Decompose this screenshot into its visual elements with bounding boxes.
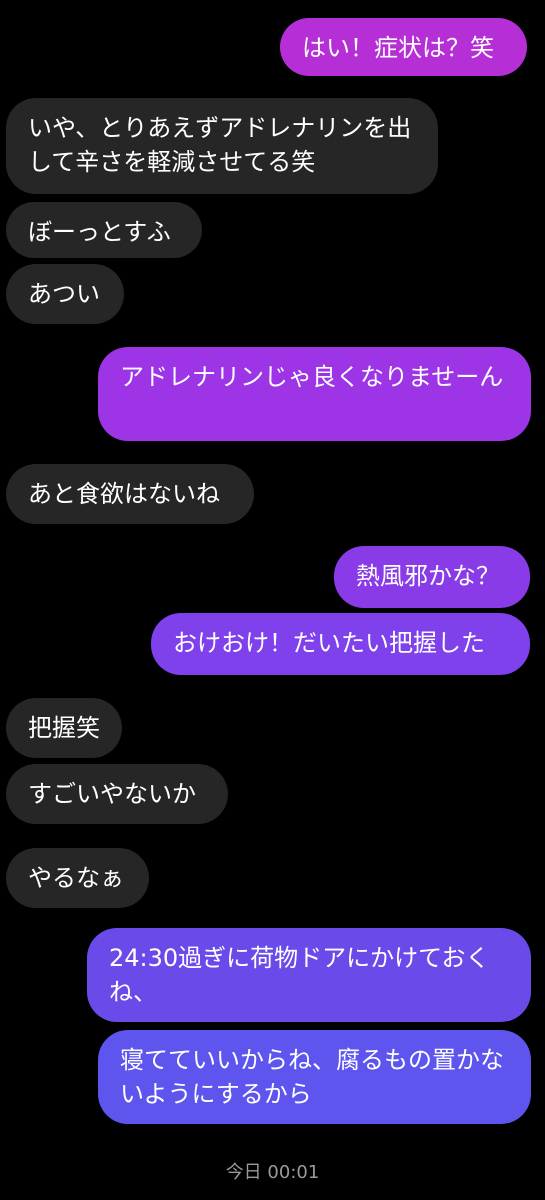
message-bubble-outgoing[interactable]: 熱風邪かな？ (334, 546, 530, 608)
message-bubble-outgoing[interactable]: おけおけ！だいたい把握した (151, 613, 530, 675)
message-bubble-incoming[interactable]: すごいやないか (6, 764, 228, 824)
message-bubble-incoming[interactable]: あと食欲はないね (6, 464, 254, 524)
message-bubble-outgoing[interactable]: はい！症状は？笑 (280, 18, 527, 76)
message-bubble-incoming[interactable]: 把握笑 (6, 698, 122, 758)
message-bubble-incoming[interactable]: やるなぁ (6, 848, 149, 908)
chat-screen: { "header": { "fragment": "" }, "message… (0, 0, 545, 1200)
message-bubble-incoming[interactable]: いや、とりあえずアドレナリンを出して辛さを軽減させてる笑 (6, 98, 438, 194)
message-bubble-outgoing[interactable]: アドレナリンじゃ良くなりませーん (98, 347, 531, 441)
message-timestamp: 今日 00:01 (225, 1162, 320, 1183)
message-bubble-outgoing[interactable]: 24:30過ぎに荷物ドアにかけておくね、 (87, 928, 531, 1022)
message-bubble-incoming[interactable]: ぼーっとすふ (6, 202, 202, 258)
message-bubble-outgoing[interactable]: 寝てていいからね、腐るもの置かないようにするから (98, 1030, 531, 1124)
message-bubble-incoming[interactable]: あつい (6, 264, 124, 324)
